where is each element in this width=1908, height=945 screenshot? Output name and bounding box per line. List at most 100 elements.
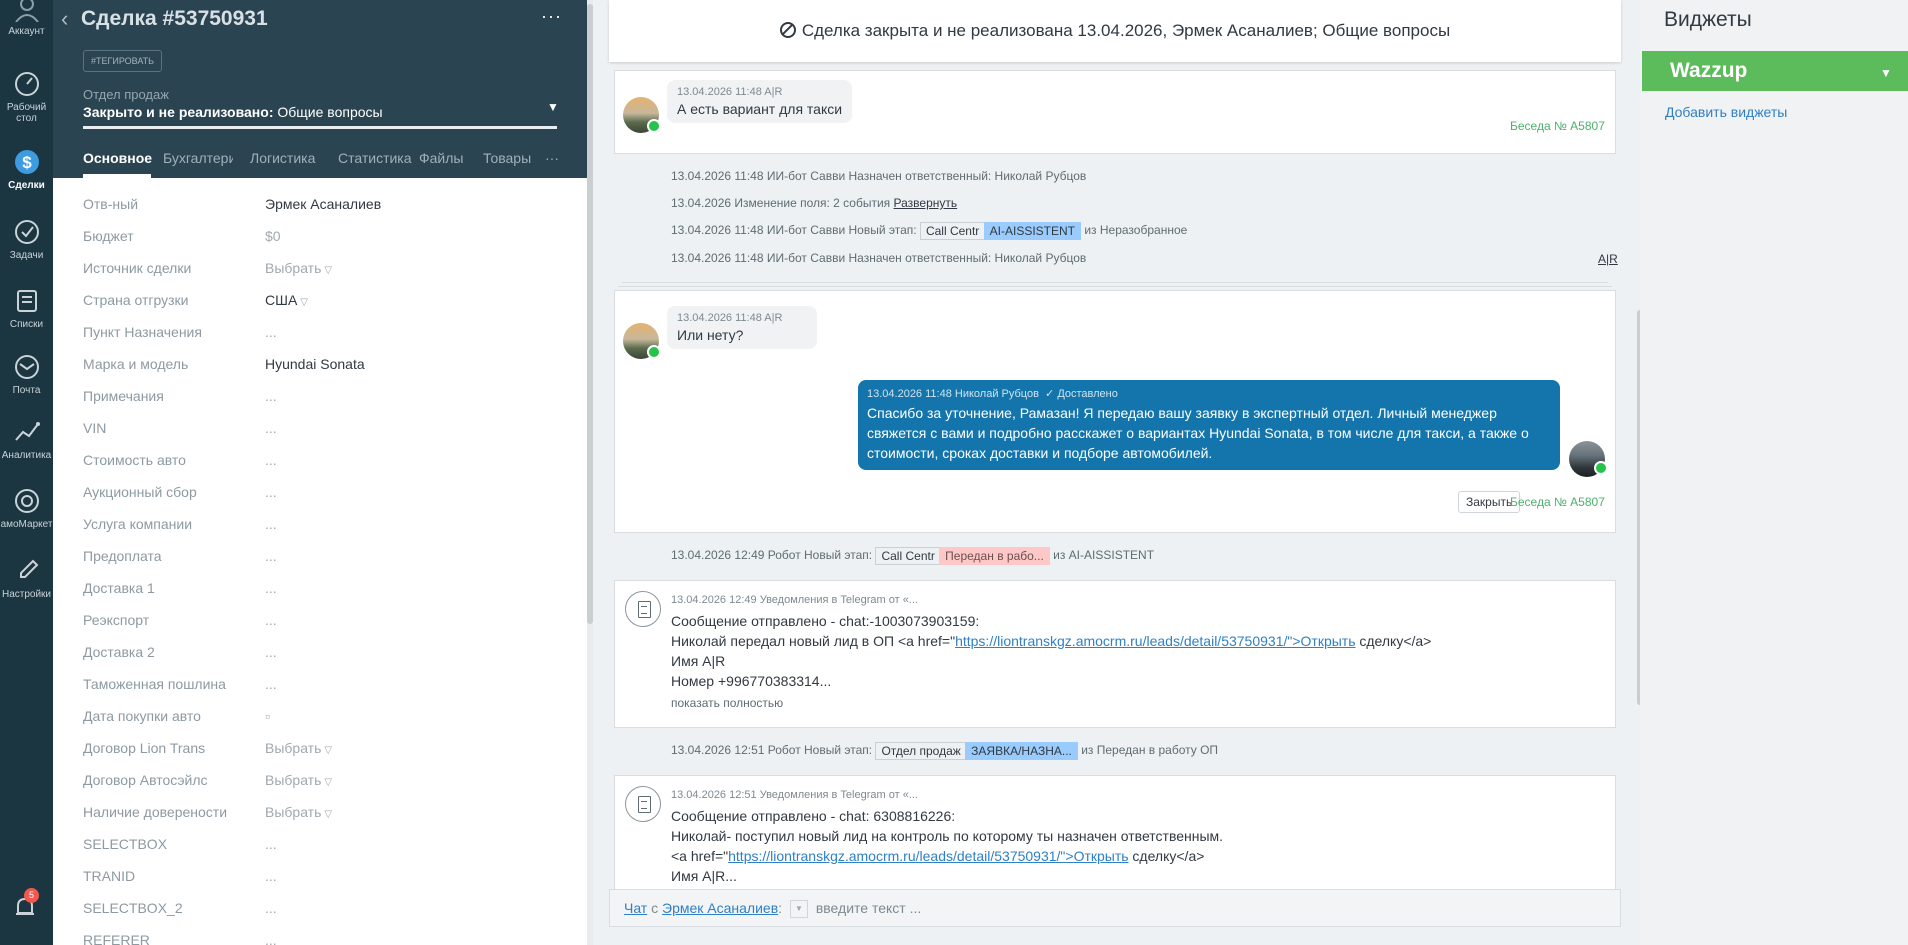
message-meta-text: 13.04.2026 11:48 Николай Рубцов (867, 388, 1039, 400)
show-full-link[interactable]: показать полностью (671, 696, 783, 710)
field-vin[interactable]: VIN... (83, 420, 563, 444)
field-destination[interactable]: Пункт Назначения... (83, 324, 563, 348)
field-value[interactable]: ... (265, 836, 277, 852)
stage-pill: Отдел продаж (875, 742, 966, 760)
field-selectbox[interactable]: SELECTBOX... (83, 836, 563, 860)
nav-item-account[interactable]: Аккаунт (0, 0, 53, 37)
field-value[interactable]: ... (265, 900, 277, 916)
field-car-cost[interactable]: Стоимость авто... (83, 452, 563, 476)
field-select[interactable]: Выбрать ▽ (265, 740, 332, 756)
chevron-down-icon[interactable]: ▼ (547, 100, 559, 114)
nav-item-dashboard[interactable]: Рабочий стол (0, 70, 53, 124)
message-meta: 13.04.2026 11:48 A|R (677, 86, 783, 98)
field-power-of-attorney[interactable]: Наличие доверености Выбрать ▽ (83, 804, 563, 828)
recipient-chevron-icon[interactable]: ▼ (789, 900, 808, 919)
tab-products[interactable]: Товары (483, 150, 531, 166)
message-line: Спасибо за уточнение, Рамазан! Я передаю… (867, 405, 1497, 421)
field-country[interactable]: Страна отгрузки США ▽ (83, 292, 563, 316)
field-value[interactable]: ... (265, 676, 277, 692)
field-value[interactable]: Эрмек Асаналиев (265, 196, 381, 212)
field-purchase-date[interactable]: Дата покупки авто ▫ (83, 708, 563, 732)
field-company-service[interactable]: Услуга компании... (83, 516, 563, 540)
chevron-down-icon: ▽ (324, 777, 333, 788)
add-widgets-link[interactable]: Добавить виджеты (1665, 104, 1787, 120)
field-budget[interactable]: Бюджет $0 (83, 228, 563, 252)
field-select[interactable]: Выбрать ▽ (265, 772, 332, 788)
chat-composer[interactable]: Чат с Эрмек Асаналиев: ▼ введите текст .… (609, 889, 1621, 927)
field-value[interactable]: ... (265, 324, 277, 340)
field-tranid[interactable]: TRANID... (83, 868, 563, 892)
status-progress-line (83, 126, 557, 129)
conversation-link[interactable]: Беседа № A5807 (1510, 495, 1605, 509)
field-select[interactable]: США ▽ (265, 292, 308, 308)
event-tail: из Передан в работу ОП (1081, 743, 1219, 758)
field-selectbox-2[interactable]: SELECTBOX_2... (83, 900, 563, 924)
stage-pill: ЗАЯВКА/НАЗНА... (965, 742, 1078, 760)
message-text: Спасибо за уточнение, Рамазан! Я передаю… (867, 403, 1551, 463)
message-line: свяжется с вами и подробно расскажет о в… (867, 425, 1529, 441)
field-delivery-1[interactable]: Доставка 1... (83, 580, 563, 604)
field-value[interactable]: ... (265, 868, 277, 884)
activity-feed: Сделка закрыта и не реализована 13.04.20… (593, 0, 1640, 945)
field-value[interactable]: ... (265, 484, 277, 500)
field-value[interactable]: Hyundai Sonata (265, 356, 365, 372)
field-value[interactable]: ... (265, 388, 277, 404)
nav-item-market[interactable]: амоМаркет (0, 487, 53, 530)
tab-accounting[interactable]: Бухгалтерия (163, 150, 233, 166)
tag-button[interactable]: #ТЕГИРОВАТЬ (83, 50, 163, 72)
lead-url-link[interactable]: https://liontranskgz.amocrm.ru/leads/det… (955, 633, 1355, 649)
field-label: REFERER (83, 932, 150, 945)
tab-main[interactable]: Основное (83, 150, 152, 166)
calendar-icon[interactable]: ▫ (265, 708, 270, 724)
chevron-down-icon[interactable]: ▼ (1880, 66, 1892, 80)
field-value[interactable]: ... (265, 452, 277, 468)
field-delivery-2[interactable]: Доставка 2... (83, 644, 563, 668)
wazzup-widget-header[interactable]: Wazzup (1642, 51, 1908, 91)
status-select[interactable]: Закрыто и не реализовано: Общие вопросы (83, 104, 383, 120)
lead-url-link[interactable]: https://liontranskgz.amocrm.ru/leads/det… (728, 848, 1128, 864)
nav-item-settings[interactable]: Настройки (0, 557, 53, 600)
chat-with-label: с (651, 900, 659, 916)
field-source[interactable]: Источник сделки Выбрать ▽ (83, 260, 563, 284)
back-chevron-icon[interactable]: ‹ (61, 8, 75, 30)
nav-item-deals[interactable]: $ Сделки (0, 148, 53, 191)
tab-logistics[interactable]: Логистика (250, 150, 315, 166)
field-value[interactable]: $0 (265, 228, 281, 244)
expand-link[interactable]: Развернуть (894, 196, 958, 210)
nav-item-tasks[interactable]: Задачи (0, 218, 53, 261)
field-lion-trans-contract[interactable]: Договор Lion Trans Выбрать ▽ (83, 740, 563, 764)
conversation-link[interactable]: Беседа № A5807 (1510, 119, 1605, 133)
field-value[interactable]: ... (265, 644, 277, 660)
field-referer[interactable]: REFERER... (83, 932, 563, 945)
chat-input-placeholder[interactable]: введите текст ... (816, 900, 921, 916)
nav-item-analytics[interactable]: Аналитика (0, 418, 53, 461)
field-customs-duty[interactable]: Таможенная пошлина... (83, 676, 563, 700)
analytics-icon (14, 422, 40, 441)
nav-item-mail[interactable]: Почта (0, 353, 53, 396)
field-value[interactable]: ... (265, 932, 277, 945)
tab-more[interactable]: ··· (545, 150, 559, 166)
nav-item-lists[interactable]: Списки (0, 287, 53, 330)
chat-type-link[interactable]: Чат (624, 900, 647, 916)
notifications-badge: 5 (24, 888, 39, 903)
field-notes[interactable]: Примечания... (83, 388, 563, 412)
field-value[interactable]: ... (265, 548, 277, 564)
field-make-model[interactable]: Марка и модель Hyundai Sonata (83, 356, 563, 380)
ar-link[interactable]: A|R (1598, 252, 1618, 266)
notification-line: <a href="https://liontranskgz.amocrm.ru/… (671, 848, 1204, 864)
field-value[interactable]: ... (265, 612, 277, 628)
field-select[interactable]: Выбрать ▽ (265, 804, 332, 820)
tab-files[interactable]: Файлы (419, 150, 463, 166)
tab-statistics[interactable]: Статистика (338, 150, 412, 166)
field-value[interactable]: ... (265, 516, 277, 532)
field-responsible[interactable]: Отв-ный Эрмек Асаналиев (83, 196, 563, 220)
field-prepayment[interactable]: Предоплата... (83, 548, 563, 572)
field-reexport[interactable]: Реэкспорт... (83, 612, 563, 636)
field-autosales-contract[interactable]: Договор Автосэйлс Выбрать ▽ (83, 772, 563, 796)
field-auction-fee[interactable]: Аукционный сбор... (83, 484, 563, 508)
field-value[interactable]: ... (265, 580, 277, 596)
more-menu-button[interactable]: ··· (541, 6, 562, 27)
chat-recipient-link[interactable]: Эрмек Асаналиев (662, 900, 778, 916)
field-select[interactable]: Выбрать ▽ (265, 260, 332, 276)
field-value[interactable]: ... (265, 420, 277, 436)
